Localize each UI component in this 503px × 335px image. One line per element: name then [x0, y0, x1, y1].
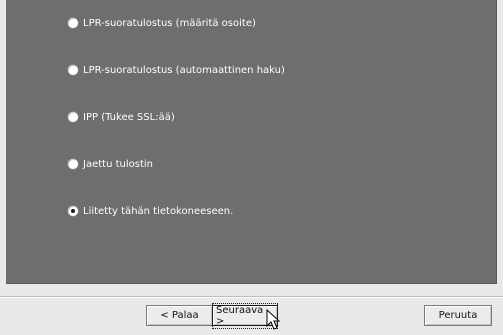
mouse-pointer-icon [266, 309, 281, 330]
option-label: IPP (Tukee SSL:ää) [83, 111, 175, 123]
option-local-computer[interactable]: Liitetty tähän tietokoneeseen. [68, 201, 285, 221]
radio-button-icon[interactable] [68, 18, 78, 28]
cancel-button-label: Peruuta [438, 310, 478, 321]
cancel-button[interactable]: Peruuta [424, 305, 492, 326]
option-label: Jaettu tulostin [83, 158, 153, 170]
connection-options-panel: LPR-suoratulostus (määritä osoite) LPR-s… [6, 0, 497, 284]
back-button-label: < Palaa [160, 310, 199, 321]
option-shared-printer[interactable]: Jaettu tulostin [68, 154, 285, 174]
radio-button-selected-icon[interactable] [68, 206, 78, 216]
radio-button-icon[interactable] [68, 65, 78, 75]
option-label: Liitetty tähän tietokoneeseen. [83, 205, 234, 217]
back-button[interactable]: < Palaa [146, 305, 213, 326]
radio-button-icon[interactable] [68, 112, 78, 122]
option-lpr-manual[interactable]: LPR-suoratulostus (määritä osoite) [68, 13, 285, 33]
option-label: LPR-suoratulostus (automaattinen haku) [83, 64, 285, 76]
option-lpr-auto[interactable]: LPR-suoratulostus (automaattinen haku) [68, 60, 285, 80]
connection-options-list: LPR-suoratulostus (määritä osoite) LPR-s… [68, 13, 285, 221]
radio-button-icon[interactable] [68, 159, 78, 169]
footer-divider [0, 296, 503, 297]
option-ipp[interactable]: IPP (Tukee SSL:ää) [68, 107, 285, 127]
option-label: LPR-suoratulostus (määritä osoite) [83, 17, 256, 29]
